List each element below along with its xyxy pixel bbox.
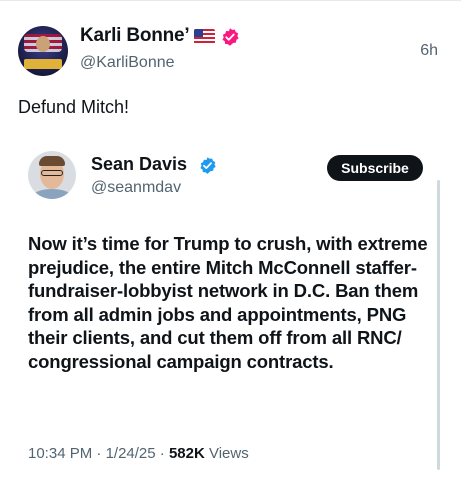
verified-badge-icon [222,28,239,46]
post-header: Karli Bonne’ @KarliBonne 6h [18,22,448,78]
author-avatar[interactable] [18,26,68,76]
meta-separator: · [96,445,102,462]
avatar-figure [36,36,50,52]
us-flag-icon [194,29,215,44]
quoted-author-display-name[interactable]: Sean Davis [91,154,187,175]
top-divider [0,0,461,1]
scrollbar[interactable] [437,180,440,470]
quoted-post-time[interactable]: 10:34 PM [28,445,92,462]
author-handle[interactable]: @KarliBonne [80,54,175,72]
views-count: 582K [168,445,205,462]
verified-badge-icon [200,157,216,174]
post-text: Defund Mitch! [18,97,130,117]
author-display-name[interactable]: Karli Bonne’ [80,25,190,47]
views-label: Views [208,445,249,462]
avatar-banner-graphic [24,59,62,69]
post-timestamp[interactable]: 6h [420,42,438,60]
quoted-post-card[interactable]: Sean Davis @seanmdav Subscribe Now it’s … [16,135,446,480]
quoted-author-avatar[interactable] [28,151,76,199]
quoted-author-handle[interactable]: @seanmdav [91,179,181,197]
quoted-post-meta: 10:34 PM · 1/24/25 · 582K Views [28,445,249,462]
quoted-post-text: Now it’s time for Trump to crush, with e… [28,233,428,372]
subscribe-button[interactable]: Subscribe [327,155,423,181]
quoted-post-date[interactable]: 1/24/25 [106,445,156,462]
meta-separator: · [159,445,165,462]
